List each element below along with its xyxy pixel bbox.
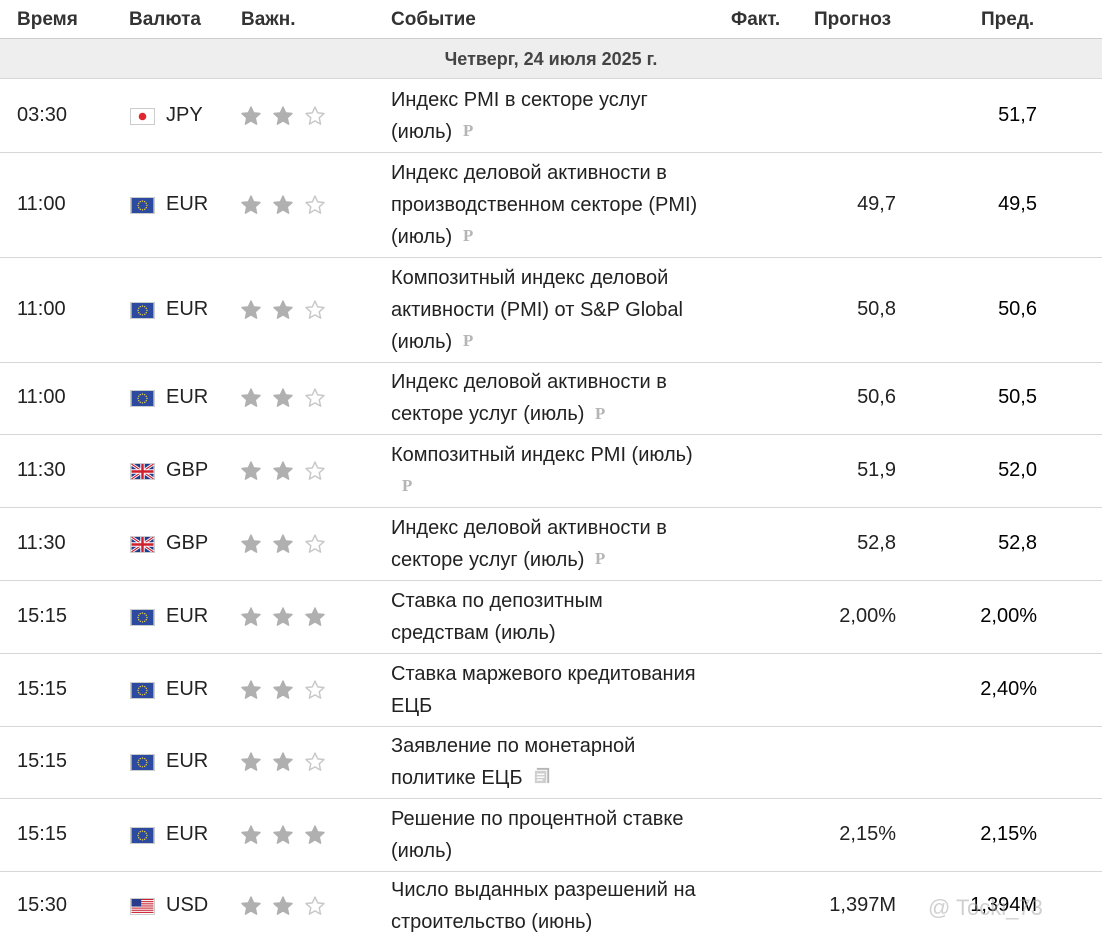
previous-value: 50,6 [998,297,1037,320]
col-currency-header[interactable]: Валюта [129,9,201,31]
table-row[interactable]: 15:15 EUR Заявление по монетарной политике… [0,726,1102,799]
preliminary-icon[interactable]: P [462,326,477,358]
eu-flag-icon [130,754,155,771]
col-event-header[interactable]: Событие [391,9,476,31]
importance-rating [240,751,336,773]
previous-value: 2,00% [980,604,1037,627]
star-empty-icon [304,751,326,773]
event-time: 15:15 [17,750,68,772]
col-time-header[interactable]: Время [17,9,78,31]
document-icon[interactable] [533,763,552,795]
col-importance-header[interactable]: Важн. [241,9,296,31]
watermark: @ Tocki_73 [928,895,1043,920]
event-title: Заявление по монетарной политике ЕЦБ [391,735,636,789]
previous-value: 1,394M [970,893,1037,916]
event-name[interactable]: Заявление по монетарной политике ЕЦБ [391,730,701,795]
table-row[interactable]: 11:00 EUR Композитный индекс деловой актив… [0,257,1102,363]
previous-value: 2,15% [980,822,1037,845]
previous-value: 52,8 [998,531,1037,554]
col-previous-header[interactable]: Пред. [981,9,1034,31]
previous-value: 51,7 [998,103,1037,126]
table-row[interactable]: 15:15 EUR Решение по процентной ставке (ию… [0,798,1102,872]
table-row[interactable]: 11:30 GBP Композитный индекс PMI (июль) P 51… [0,434,1102,508]
col-actual-header[interactable]: Факт. [731,9,780,31]
previous-value: 52,0 [998,458,1037,481]
table-row[interactable]: 11:00 EUR Индекс деловой активности в прои… [0,152,1102,258]
star-filled-icon [240,751,262,773]
table-row[interactable]: 15:15 EUR Ставка маржевого кредитования ЕЦ… [0,653,1102,727]
previous-value: 2,40% [980,677,1037,700]
table-row[interactable]: 11:00 EUR Индекс деловой активности в сект… [0,362,1102,435]
svg-text:P: P [463,331,473,348]
previous-value: 49,5 [998,192,1037,215]
preliminary-icon[interactable]: P [462,221,477,253]
table-row[interactable]: 03:30 JPY Индекс PMI в секторе услуг (июль… [0,79,1102,153]
table-row[interactable]: 15:15 EUR Ставка по депозитным средствам (… [0,580,1102,654]
table-header: Время Валюта Важн. Событие Факт. Прогноз… [0,0,1102,39]
col-forecast-header[interactable]: Прогноз [814,9,891,31]
svg-text:P: P [463,226,473,243]
day-separator: Четверг, 24 июля 2025 г. [0,39,1102,79]
currency-code: EUR [166,750,209,772]
table-row[interactable]: 11:30 GBP Индекс деловой активности в сект… [0,507,1102,581]
previous-value: 50,5 [998,386,1037,408]
star-filled-icon [272,751,294,773]
